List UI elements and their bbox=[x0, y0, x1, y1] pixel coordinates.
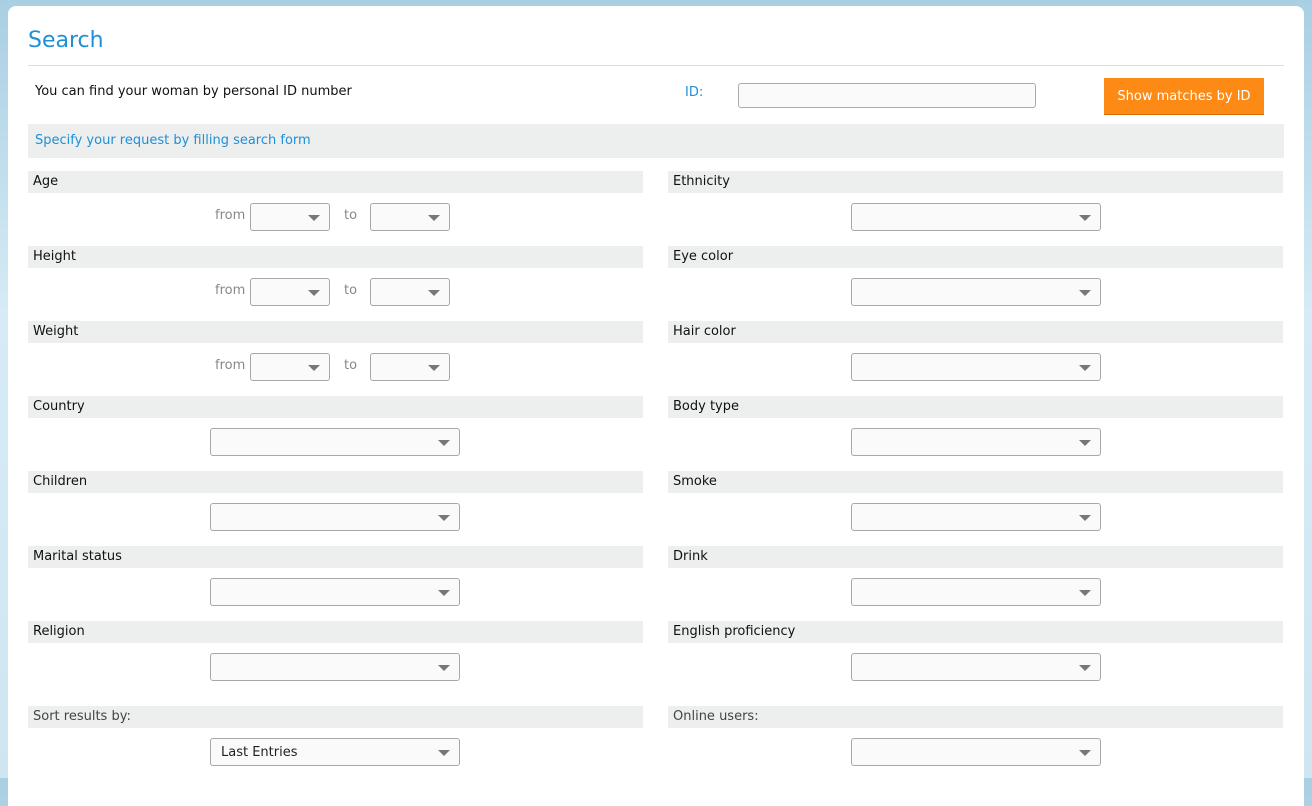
field-english-proficiency: English proficiency bbox=[668, 621, 1283, 696]
online-users-select[interactable] bbox=[851, 738, 1101, 766]
to-label: to bbox=[344, 283, 358, 298]
chevron-down-icon bbox=[428, 365, 440, 371]
field-label: Children bbox=[33, 474, 88, 489]
age-from-select[interactable] bbox=[250, 203, 330, 231]
chevron-down-icon bbox=[438, 590, 450, 596]
height-from-select[interactable] bbox=[250, 278, 330, 306]
drink-select[interactable] bbox=[851, 578, 1101, 606]
chevron-down-icon bbox=[308, 365, 320, 371]
field-label: Marital status bbox=[33, 549, 122, 564]
field-drink: Drink bbox=[668, 546, 1283, 621]
chevron-down-icon bbox=[1079, 750, 1091, 756]
ethnicity-select[interactable] bbox=[851, 203, 1101, 231]
chevron-down-icon bbox=[428, 290, 440, 296]
id-search-hint: You can find your woman by personal ID n… bbox=[35, 84, 352, 99]
smoke-select[interactable] bbox=[851, 503, 1101, 531]
country-select[interactable] bbox=[210, 428, 460, 456]
english-proficiency-select[interactable] bbox=[851, 653, 1101, 681]
field-eye-color: Eye color bbox=[668, 246, 1283, 321]
chevron-down-icon bbox=[1079, 515, 1091, 521]
field-label: Country bbox=[33, 399, 85, 414]
chevron-down-icon bbox=[428, 215, 440, 221]
field-marital-status: Marital status bbox=[28, 546, 643, 621]
chevron-down-icon bbox=[308, 215, 320, 221]
field-label: Religion bbox=[33, 624, 85, 639]
field-label: Weight bbox=[33, 324, 79, 339]
field-hair-color: Hair color bbox=[668, 321, 1283, 396]
field-smoke: Smoke bbox=[668, 471, 1283, 546]
chevron-down-icon bbox=[1079, 665, 1091, 671]
height-to-select[interactable] bbox=[370, 278, 450, 306]
field-label: Drink bbox=[673, 549, 708, 564]
to-label: to bbox=[344, 358, 358, 373]
field-body-type: Body type bbox=[668, 396, 1283, 471]
chevron-down-icon bbox=[1079, 590, 1091, 596]
instruction-bar: Specify your request by filling search f… bbox=[28, 124, 1284, 158]
chevron-down-icon bbox=[438, 750, 450, 756]
field-label: Online users: bbox=[673, 709, 759, 724]
field-height: Height from to bbox=[28, 246, 643, 321]
field-ethnicity: Ethnicity bbox=[668, 171, 1283, 246]
chevron-down-icon bbox=[438, 665, 450, 671]
field-label: Hair color bbox=[673, 324, 736, 339]
field-label: Height bbox=[33, 249, 76, 264]
to-label: to bbox=[344, 208, 358, 223]
children-select[interactable] bbox=[210, 503, 460, 531]
field-label: Age bbox=[33, 174, 59, 189]
marital-status-select[interactable] bbox=[210, 578, 460, 606]
from-label: from bbox=[215, 208, 246, 223]
show-matches-by-id-button[interactable]: Show matches by ID bbox=[1104, 78, 1264, 115]
chevron-down-icon bbox=[1079, 365, 1091, 371]
field-label: Sort results by: bbox=[33, 709, 131, 724]
weight-from-select[interactable] bbox=[250, 353, 330, 381]
from-label: from bbox=[215, 283, 246, 298]
field-label: Smoke bbox=[673, 474, 717, 489]
chevron-down-icon bbox=[1079, 440, 1091, 446]
id-label: ID: bbox=[685, 85, 704, 100]
page-title: Search bbox=[28, 28, 104, 53]
chevron-down-icon bbox=[438, 440, 450, 446]
weight-to-select[interactable] bbox=[370, 353, 450, 381]
field-age: Age from to bbox=[28, 171, 643, 246]
field-label: Body type bbox=[673, 399, 739, 414]
field-children: Children bbox=[28, 471, 643, 546]
eye-color-select[interactable] bbox=[851, 278, 1101, 306]
id-input[interactable] bbox=[738, 83, 1036, 108]
instruction-text: Specify your request by filling search f… bbox=[35, 133, 311, 148]
age-to-select[interactable] bbox=[370, 203, 450, 231]
field-label: English proficiency bbox=[673, 624, 796, 639]
field-label: Ethnicity bbox=[673, 174, 730, 189]
chevron-down-icon bbox=[1079, 215, 1091, 221]
title-divider bbox=[28, 65, 1284, 66]
field-online-users: Online users: bbox=[668, 706, 1283, 781]
chevron-down-icon bbox=[438, 515, 450, 521]
field-sort: Sort results by: Last Entries bbox=[28, 706, 643, 781]
field-label: Eye color bbox=[673, 249, 734, 264]
religion-select[interactable] bbox=[210, 653, 460, 681]
search-panel: Search You can find your woman by person… bbox=[8, 6, 1304, 806]
field-religion: Religion bbox=[28, 621, 643, 696]
hair-color-select[interactable] bbox=[851, 353, 1101, 381]
body-type-select[interactable] bbox=[851, 428, 1101, 456]
field-country: Country bbox=[28, 396, 643, 471]
from-label: from bbox=[215, 358, 246, 373]
chevron-down-icon bbox=[308, 290, 320, 296]
chevron-down-icon bbox=[1079, 290, 1091, 296]
sort-select[interactable]: Last Entries bbox=[210, 738, 460, 766]
field-weight: Weight from to bbox=[28, 321, 643, 396]
